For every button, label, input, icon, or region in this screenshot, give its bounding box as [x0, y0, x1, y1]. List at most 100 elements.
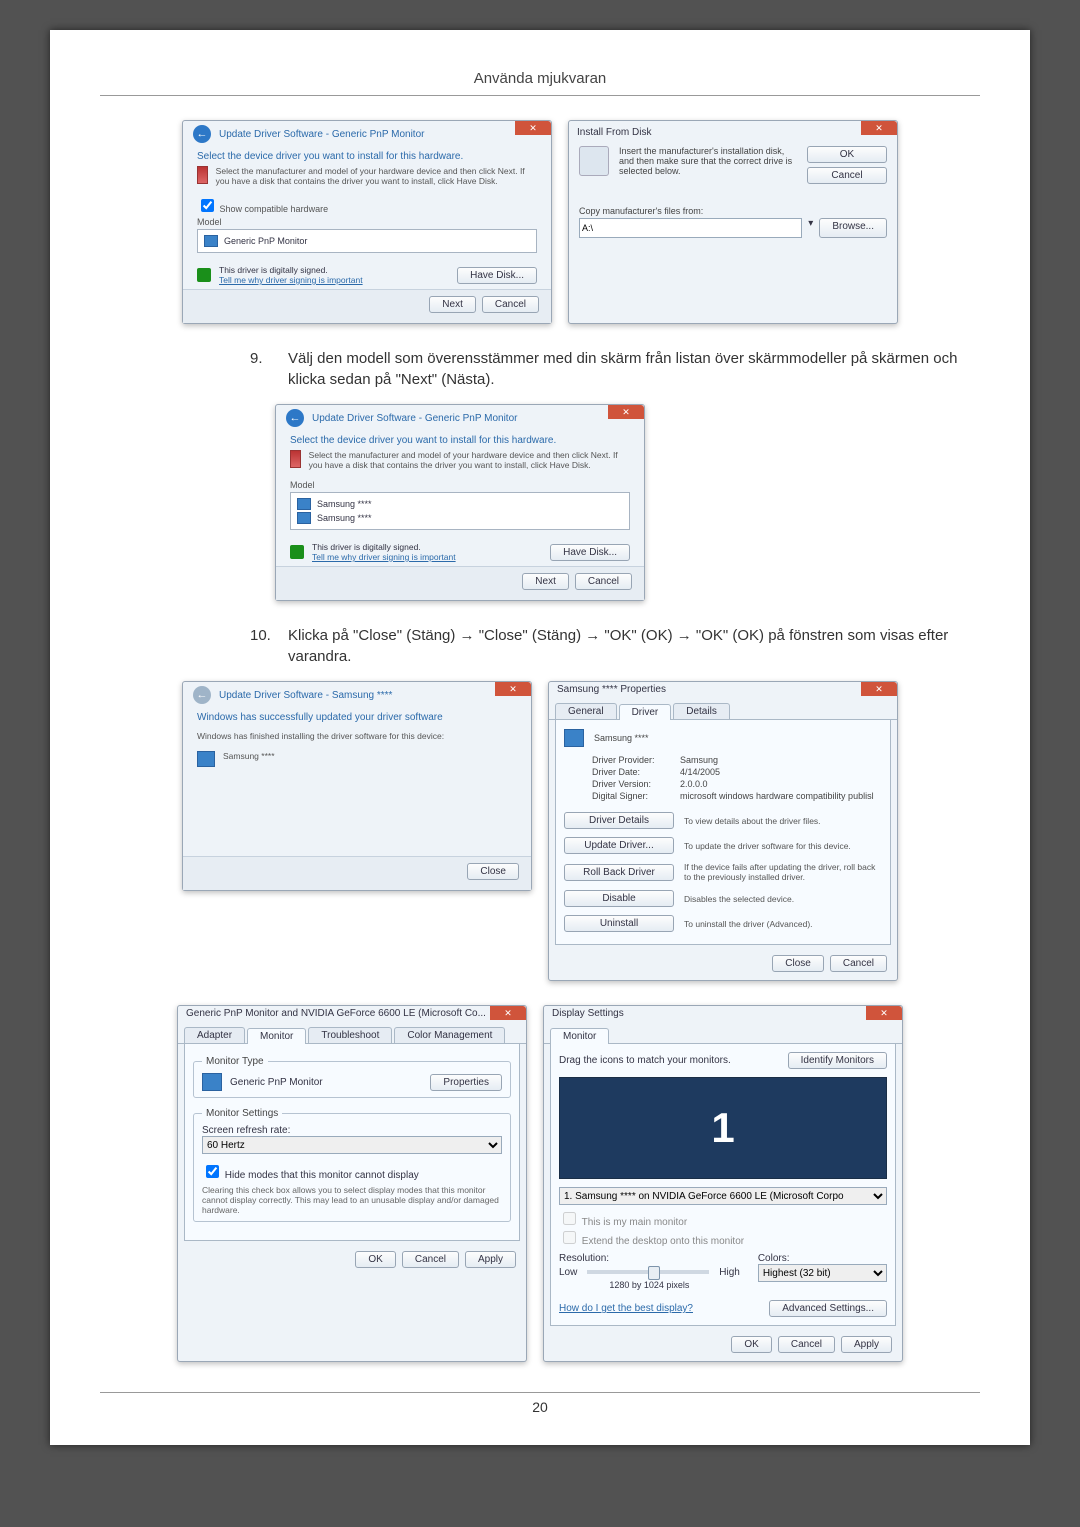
back-icon[interactable]: ← — [286, 409, 304, 427]
refresh-rate-select[interactable]: 60 Hertz — [202, 1136, 502, 1154]
apply-button[interactable]: Apply — [465, 1251, 516, 1268]
model-item[interactable]: Generic PnP Monitor — [224, 236, 307, 246]
disable-button[interactable]: Disable — [564, 890, 674, 907]
close-icon[interactable]: ✕ — [861, 682, 897, 696]
cancel-button[interactable]: Cancel — [482, 296, 539, 313]
have-disk-button[interactable]: Have Disk... — [550, 544, 630, 561]
step-text: Klicka på "Close" (Stäng) → "Close" (Stä… — [288, 625, 980, 667]
have-disk-button[interactable]: Have Disk... — [457, 267, 537, 284]
uninstall-button[interactable]: Uninstall — [564, 915, 674, 932]
floppy-icon — [579, 146, 609, 176]
monitor-type-value: Generic PnP Monitor — [230, 1077, 323, 1088]
close-button[interactable]: Close — [772, 955, 824, 972]
dialog-title: Generic PnP Monitor and NVIDIA GeForce 6… — [178, 1006, 526, 1019]
shield-icon — [197, 268, 211, 282]
install-from-disk-dialog: ✕ Install From Disk Insert the manufactu… — [568, 120, 898, 324]
tab-monitor[interactable]: Monitor — [247, 1028, 306, 1044]
slider-thumb[interactable] — [648, 1266, 660, 1280]
update-driver-wizard-b: ✕ ← Update Driver Software - Generic PnP… — [275, 404, 645, 601]
update-driver-success: ✕ ← Update Driver Software - Samsung ***… — [182, 681, 532, 891]
monitor-icon — [297, 512, 311, 524]
section-title: Windows has successfully updated your dr… — [183, 706, 531, 725]
apply-button[interactable]: Apply — [841, 1336, 892, 1353]
driver-details-button[interactable]: Driver Details — [564, 812, 674, 829]
compat-label: Show compatible hardware — [220, 204, 329, 214]
tab-troubleshoot[interactable]: Troubleshoot — [308, 1027, 392, 1043]
tab-adapter[interactable]: Adapter — [184, 1027, 245, 1043]
monitor-icon — [197, 751, 215, 767]
signature-text: This driver is digitally signed. Tell me… — [219, 265, 363, 285]
model-listbox[interactable]: Generic PnP Monitor — [197, 229, 537, 253]
cancel-button[interactable]: Cancel — [575, 573, 632, 590]
resolution-slider[interactable] — [587, 1270, 709, 1274]
model-label: Model — [276, 478, 644, 490]
close-icon[interactable]: ✕ — [490, 1006, 526, 1020]
dialog-title: Install From Disk — [569, 125, 897, 140]
refresh-rate-label: Screen refresh rate: — [202, 1125, 502, 1136]
next-button[interactable]: Next — [522, 573, 569, 590]
disk-icon — [197, 166, 208, 184]
ok-button[interactable]: OK — [731, 1336, 771, 1353]
screenshot-row-2: ✕ ← Update Driver Software - Generic PnP… — [275, 404, 980, 601]
tab-details[interactable]: Details — [673, 703, 730, 719]
close-icon[interactable]: ✕ — [861, 121, 897, 135]
colors-select[interactable]: Highest (32 bit) — [758, 1264, 887, 1282]
ok-button[interactable]: OK — [355, 1251, 395, 1268]
device-name: Samsung **** — [223, 751, 275, 767]
dialog-message: Insert the manufacturer's installation d… — [619, 146, 797, 184]
hide-modes-label: Hide modes that this monitor cannot disp… — [225, 1170, 419, 1181]
drive-input[interactable] — [579, 218, 802, 238]
properties-button[interactable]: Properties — [430, 1074, 502, 1091]
update-driver-button[interactable]: Update Driver... — [564, 837, 674, 854]
best-display-link[interactable]: How do I get the best display? — [559, 1303, 693, 1314]
device-name: Samsung **** — [594, 733, 649, 743]
tab-color-management[interactable]: Color Management — [394, 1027, 505, 1043]
wizard-instruction: Select the manufacturer and model of you… — [309, 450, 630, 470]
driver-properties-dialog: ✕ Samsung **** Properties General Driver… — [548, 681, 898, 981]
roll-back-button[interactable]: Roll Back Driver — [564, 864, 674, 881]
model-item[interactable]: Samsung **** — [317, 513, 372, 523]
cancel-button[interactable]: Cancel — [778, 1336, 835, 1353]
section-title: Select the device driver you want to ins… — [183, 145, 551, 164]
close-icon[interactable]: ✕ — [608, 405, 644, 419]
why-signing-link[interactable]: Tell me why driver signing is important — [219, 275, 363, 285]
monitor-preview[interactable]: 1 — [559, 1077, 887, 1179]
tab-driver[interactable]: Driver — [619, 704, 672, 720]
cancel-button[interactable]: Cancel — [402, 1251, 459, 1268]
model-listbox[interactable]: Samsung **** Samsung **** — [290, 492, 630, 530]
compat-checkbox[interactable] — [201, 199, 214, 212]
hide-modes-note: Clearing this check box allows you to se… — [202, 1185, 502, 1215]
wizard-instruction: Select the manufacturer and model of you… — [216, 166, 537, 186]
model-item[interactable]: Samsung **** — [317, 499, 372, 509]
update-driver-wizard-a: ✕ ← Update Driver Software - Generic PnP… — [182, 120, 552, 324]
next-button[interactable]: Next — [429, 296, 476, 313]
extend-desktop-checkbox — [563, 1231, 576, 1244]
low-label: Low — [559, 1267, 577, 1278]
close-icon[interactable]: ✕ — [515, 121, 551, 135]
why-signing-link[interactable]: Tell me why driver signing is important — [312, 552, 456, 562]
back-icon[interactable]: ← — [193, 125, 211, 143]
disk-icon — [290, 450, 301, 468]
tab-general[interactable]: General — [555, 703, 617, 719]
step-number: 10. — [250, 625, 274, 667]
monitor-icon — [202, 1073, 222, 1091]
close-button[interactable]: Close — [467, 863, 519, 880]
identify-monitors-button[interactable]: Identify Monitors — [788, 1052, 887, 1069]
hide-modes-checkbox[interactable] — [206, 1165, 219, 1178]
tab-monitor[interactable]: Monitor — [550, 1028, 609, 1044]
advanced-settings-button[interactable]: Advanced Settings... — [769, 1300, 887, 1317]
monitor-select[interactable]: 1. Samsung **** on NVIDIA GeForce 6600 L… — [559, 1187, 887, 1205]
step-number: 9. — [250, 348, 274, 390]
breadcrumb: Update Driver Software - Samsung **** — [219, 690, 392, 701]
cancel-button[interactable]: Cancel — [807, 167, 887, 184]
browse-button[interactable]: Browse... — [819, 218, 887, 238]
screenshot-row-1: ✕ ← Update Driver Software - Generic PnP… — [100, 120, 980, 324]
close-icon[interactable]: ✕ — [495, 682, 531, 696]
extend-desktop-label: Extend the desktop onto this monitor — [582, 1236, 744, 1247]
step-text: Välj den modell som överensstämmer med d… — [288, 348, 980, 390]
close-icon[interactable]: ✕ — [866, 1006, 902, 1020]
ok-button[interactable]: OK — [807, 146, 887, 163]
main-monitor-label: This is my main monitor — [582, 1217, 688, 1228]
main-monitor-checkbox — [563, 1212, 576, 1225]
cancel-button[interactable]: Cancel — [830, 955, 887, 972]
